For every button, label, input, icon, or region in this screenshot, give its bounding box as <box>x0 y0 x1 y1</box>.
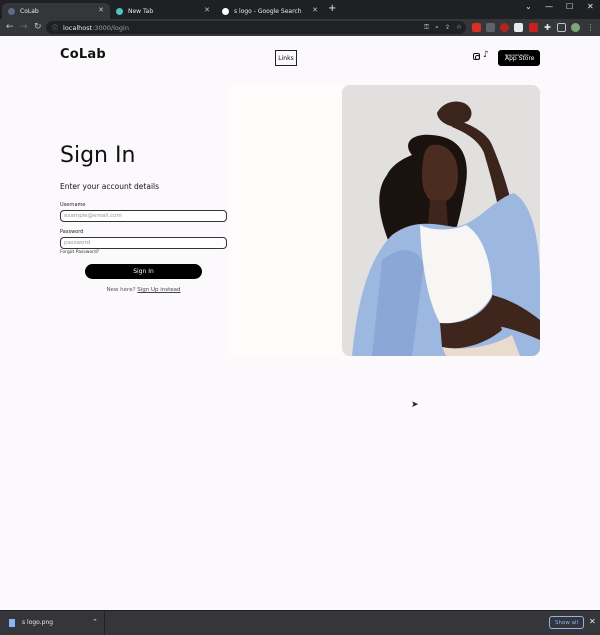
download-file-name[interactable]: s logo.png <box>22 619 53 626</box>
signup-prompt: New here? Sign Up instead <box>60 287 227 293</box>
hero-photo <box>342 85 540 356</box>
tab-search-icon[interactable]: ⌄ <box>525 2 532 11</box>
password-label: Password <box>60 229 84 235</box>
browser-toolbar: ← → ↻ ⓘ localhost:3000/login ⚿ ⌕ ⇪ ☆ ✚ ⋮ <box>0 19 600 36</box>
close-tab-icon[interactable]: ✕ <box>204 6 210 14</box>
extension-dark-red-icon[interactable] <box>529 23 538 32</box>
forgot-password-link[interactable]: Forgot Password? <box>60 250 99 255</box>
mouse-cursor-icon: ➤ <box>411 400 419 410</box>
instagram-icon[interactable] <box>473 53 480 60</box>
side-panel-icon[interactable] <box>557 23 566 32</box>
url-host: localhost <box>63 23 93 32</box>
profile-avatar[interactable] <box>571 23 580 32</box>
new-tab-button[interactable]: + <box>328 3 336 14</box>
downloads-bar: s logo.png ⌃ Show all ✕ <box>0 610 600 635</box>
browser-tab-strip: CoLab ✕ New Tab ✕ s logo - Google Search… <box>0 0 600 19</box>
app-store-big-text: App Store <box>505 55 535 63</box>
extension-gray-icon[interactable] <box>486 23 495 32</box>
username-label: Username <box>60 202 86 208</box>
extension-block-icon[interactable] <box>500 23 509 32</box>
key-icon[interactable]: ⚿ <box>424 23 429 32</box>
file-icon <box>9 619 15 627</box>
close-tab-icon[interactable]: ✕ <box>312 6 318 14</box>
colab-favicon-icon <box>8 7 15 15</box>
links-button[interactable]: Links <box>275 50 297 66</box>
tiktok-icon[interactable]: ♪ <box>483 50 489 60</box>
site-info-icon[interactable]: ⓘ <box>52 23 58 32</box>
minimize-icon[interactable]: — <box>545 2 553 11</box>
tab-google-search[interactable]: s logo - Google Search ✕ <box>216 3 324 19</box>
page-title: Sign In <box>60 143 136 168</box>
extension-red-icon[interactable] <box>472 23 481 32</box>
zoom-icon[interactable]: ⌕ <box>435 23 439 32</box>
maximize-icon[interactable]: ☐ <box>566 2 573 11</box>
window-close-icon[interactable]: ✕ <box>587 2 594 11</box>
browser-menu-icon[interactable]: ⋮ <box>586 23 595 32</box>
sign-in-button[interactable]: Sign In <box>85 264 202 279</box>
form-subtitle: Enter your account details <box>60 182 160 191</box>
form-background-panel <box>228 86 344 356</box>
bookmark-star-icon[interactable]: ☆ <box>456 23 462 32</box>
chevron-up-icon[interactable]: ⌃ <box>92 618 98 626</box>
address-bar[interactable]: ⓘ localhost:3000/login ⚿ ⌕ ⇪ ☆ <box>46 21 466 34</box>
new-here-text: New here? <box>106 287 136 293</box>
close-tab-icon[interactable]: ✕ <box>98 6 104 14</box>
tab-colab[interactable]: CoLab ✕ <box>2 3 110 19</box>
tab-new-tab[interactable]: New Tab ✕ <box>110 3 216 19</box>
password-input[interactable] <box>60 237 227 249</box>
hero-photo-illustration <box>342 85 540 356</box>
tab-title: CoLab <box>20 7 39 15</box>
back-icon[interactable]: ← <box>6 22 14 32</box>
username-input[interactable] <box>60 210 227 222</box>
tab-title: s logo - Google Search <box>234 7 302 15</box>
show-all-button[interactable]: Show all <box>549 616 584 629</box>
extension-light-icon[interactable] <box>514 23 523 32</box>
close-downloads-icon[interactable]: ✕ <box>589 617 596 626</box>
extensions-puzzle-icon[interactable]: ✚ <box>543 23 552 32</box>
forward-icon[interactable]: → <box>20 22 28 32</box>
share-icon[interactable]: ⇪ <box>445 23 450 32</box>
new-tab-favicon-icon <box>116 7 123 15</box>
tab-title: New Tab <box>128 7 154 15</box>
app-store-badge[interactable]: Download on the App Store <box>498 50 540 66</box>
colab-logo[interactable]: CoLab <box>60 47 106 62</box>
downloads-divider <box>104 611 105 635</box>
reload-icon[interactable]: ↻ <box>34 22 42 32</box>
sign-up-link[interactable]: Sign Up instead <box>137 287 180 293</box>
google-favicon-icon <box>222 7 229 15</box>
url-path: :3000/login <box>92 23 129 32</box>
